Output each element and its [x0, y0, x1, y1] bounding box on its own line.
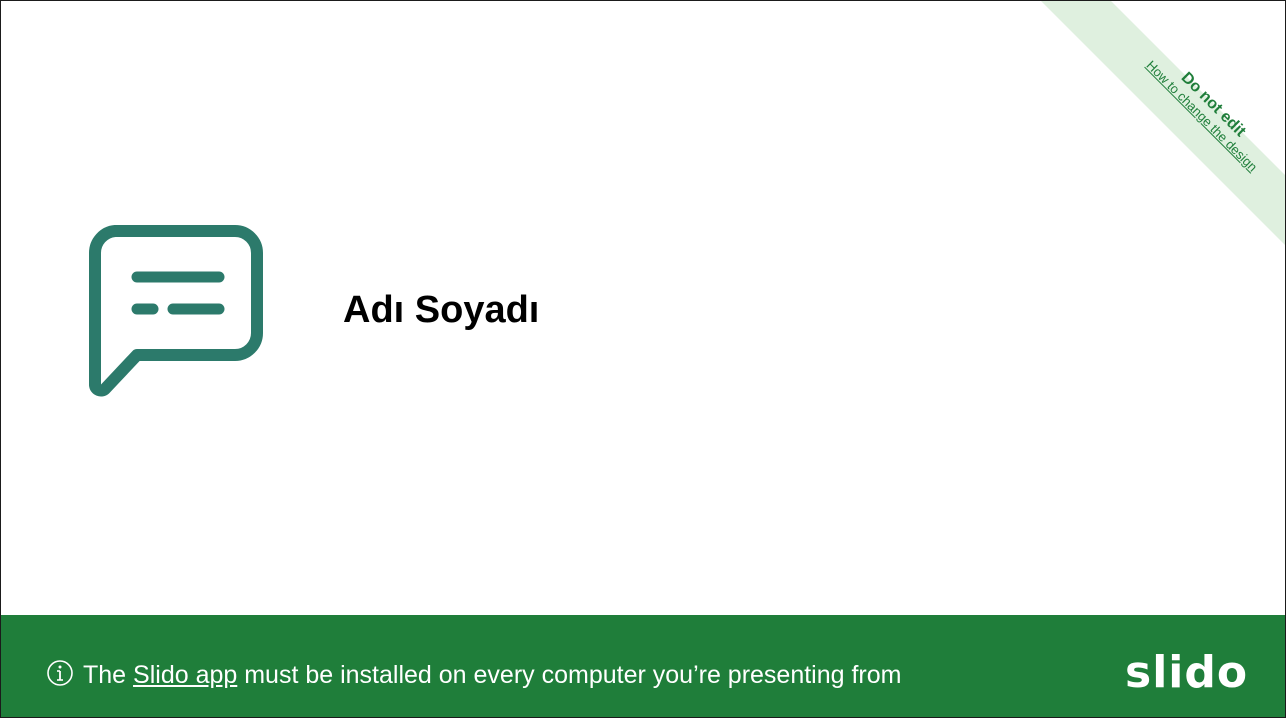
slide-title: Adı Soyadı	[343, 289, 540, 331]
footer-text-prefix: The	[83, 661, 134, 689]
footer-bar: The Slido app must be installed on every…	[1, 615, 1285, 717]
slide: Do not edit How to change the design Adı…	[0, 0, 1286, 718]
footer-text-suffix: must be installed on every computer you’…	[237, 661, 902, 689]
slido-logo: slido	[1125, 647, 1249, 698]
footer-message: The Slido app must be installed on every…	[83, 661, 902, 690]
corner-ribbon-text: Do not edit How to change the design	[1130, 31, 1285, 188]
info-icon	[47, 660, 73, 686]
slido-app-link[interactable]: Slido app	[133, 661, 237, 689]
chat-bubble-icon	[88, 225, 263, 397]
do-not-edit-label: Do not edit	[1177, 69, 1249, 141]
change-design-link[interactable]: How to change the design	[1130, 44, 1274, 188]
